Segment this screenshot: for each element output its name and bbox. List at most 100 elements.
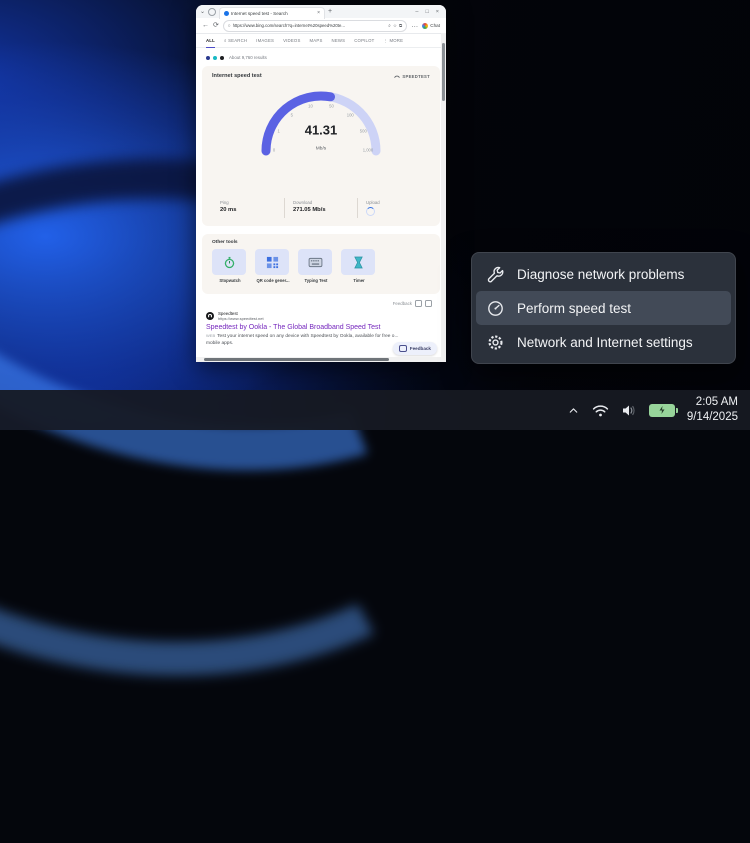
gauge-tick: 1: [278, 129, 280, 134]
tool-timer[interactable]: Timer: [341, 249, 377, 283]
gauge-tick: 50: [329, 103, 334, 108]
other-tools-card: Other tools Stopwatch QR code gener... T…: [202, 234, 440, 294]
results-count: About 9,760 results: [229, 55, 267, 60]
tool-stopwatch[interactable]: Stopwatch: [212, 249, 248, 283]
zoom-icon[interactable]: ⌕: [388, 23, 391, 28]
gauge-tick: 100: [347, 112, 354, 117]
system-tray: 2:05 AM 9/14/2025: [567, 395, 750, 425]
network-context-menu: Diagnose network problems Perform speed …: [471, 252, 736, 364]
nav-tab-maps[interactable]: MAPS: [310, 38, 323, 43]
nav-tab-copilot[interactable]: COPILOT: [354, 38, 374, 43]
speedtest-logo-icon: [394, 73, 400, 79]
speedtest-brand: SPEEDTEST: [394, 73, 430, 79]
chevron-up-icon[interactable]: [567, 404, 580, 417]
speed-stats-row: Ping 20 ms Download 271.05 Mb/s Upload: [212, 198, 430, 218]
feedback-button[interactable]: Feedback: [393, 342, 437, 355]
tab-close-icon[interactable]: ×: [317, 10, 320, 16]
favorites-star-icon[interactable]: ☆: [393, 23, 397, 29]
tool-qr-code[interactable]: QR code gener...: [255, 249, 291, 283]
feedback-label[interactable]: Feedback: [393, 301, 412, 306]
speed-unit: Mb/s: [316, 146, 326, 151]
browser-toolbar: ← ⟳ ○ https://www.bing.com/search?q=inte…: [196, 18, 446, 34]
bing-nav-bar: ALL ⌕SEARCH IMAGES VIDEOS MAPS NEWS COPI…: [196, 34, 446, 48]
stat-download: Download 271.05 Mb/s: [284, 198, 357, 218]
web-badge: WEB: [206, 333, 215, 338]
nav-tab-videos[interactable]: VIDEOS: [283, 38, 300, 43]
upload-spinner-icon: [366, 207, 375, 216]
battery-icon[interactable]: [649, 404, 675, 417]
more-menu-icon[interactable]: …: [411, 22, 418, 29]
search-icon: ⌕: [224, 38, 227, 43]
menu-item-perform-speed-test[interactable]: Perform speed test: [476, 291, 731, 325]
chat-icon: [422, 23, 428, 29]
nav-tab-search[interactable]: ⌕SEARCH: [224, 38, 247, 43]
browser-window: ⌄ Internet speed test - Search × + – □ ×…: [196, 5, 446, 362]
hourglass-icon: [353, 256, 364, 269]
thumbs-down-icon[interactable]: [425, 300, 432, 307]
clock-date: 9/14/2025: [687, 410, 738, 425]
stat-upload: Upload: [357, 198, 430, 218]
nav-tab-more[interactable]: ⋮MORE: [383, 38, 403, 44]
tab-strip: ⌄ Internet speed test - Search × + – □ ×: [196, 5, 446, 18]
other-tools-title: Other tools: [212, 240, 430, 245]
chat-button[interactable]: Chat: [422, 23, 440, 29]
menu-item-network-settings[interactable]: Network and Internet settings: [476, 325, 731, 359]
wifi-icon[interactable]: [592, 403, 609, 418]
address-bar[interactable]: ○ https://www.bing.com/search?q=internet…: [223, 20, 407, 32]
nav-tab-images[interactable]: IMAGES: [256, 38, 274, 43]
source-dot-icon: [206, 56, 210, 60]
gauge-tick: 5: [291, 112, 293, 117]
result-title-link[interactable]: Speedtest by Ookla - The Global Broadban…: [206, 324, 436, 331]
reload-button[interactable]: ⟳: [213, 22, 219, 29]
back-button[interactable]: ←: [202, 22, 209, 29]
browser-tab[interactable]: Internet speed test - Search ×: [219, 7, 325, 19]
thumbs-up-icon[interactable]: [415, 300, 422, 307]
window-minimize-button[interactable]: –: [415, 9, 418, 15]
result-source-url: https://www.speedtest.net: [218, 316, 264, 321]
qr-code-icon: [266, 256, 279, 269]
gauge-tick: 1,000: [363, 148, 373, 153]
taskbar: 2:05 AM 9/14/2025: [0, 390, 750, 430]
tool-typing-test[interactable]: Typing Test: [298, 249, 334, 283]
gauge-tick: 10: [308, 103, 313, 108]
new-tab-button[interactable]: +: [328, 8, 332, 15]
window-close-button[interactable]: ×: [436, 9, 439, 15]
menu-item-diagnose-network[interactable]: Diagnose network problems: [476, 257, 731, 291]
horizontal-scrollbar-thumb[interactable]: [204, 358, 389, 361]
window-maximize-button[interactable]: □: [425, 9, 428, 15]
site-info-icon[interactable]: ○: [228, 23, 231, 28]
gauge-tick: 0: [273, 148, 275, 153]
results-meta-row: About 9,760 results: [196, 48, 446, 64]
speedometer-icon: [486, 299, 504, 317]
vertical-scrollbar-thumb[interactable]: [442, 43, 445, 101]
browser-menu-icon[interactable]: [208, 8, 216, 16]
speed-gauge: 0 1 5 10 50 100 500 1,000 41.31 Mb/s: [246, 83, 396, 161]
widget-title: Internet speed test: [212, 73, 262, 79]
wrench-icon: [486, 265, 504, 283]
speedtest-favicon: [206, 312, 214, 320]
keyboard-icon: [308, 257, 323, 268]
gear-icon: [486, 333, 504, 351]
collections-icon[interactable]: ⧉: [399, 23, 402, 28]
taskbar-clock[interactable]: 2:05 AM 9/14/2025: [687, 395, 738, 425]
menu-item-label: Network and Internet settings: [517, 335, 693, 350]
feedback-bubble-icon: [399, 345, 407, 352]
widget-feedback-row: Feedback: [196, 294, 446, 309]
stat-ping: Ping 20 ms: [212, 198, 284, 218]
tab-title: Internet speed test - Search: [231, 11, 315, 16]
source-dot-icon: [213, 56, 217, 60]
horizontal-scrollbar[interactable]: [196, 357, 441, 362]
speed-test-widget: Internet speed test SPEEDTEST 0 1 5 10 5…: [202, 66, 440, 226]
stopwatch-icon: [223, 256, 236, 269]
url-text: https://www.bing.com/search?q=internet%2…: [233, 23, 387, 28]
vertical-scrollbar[interactable]: [441, 33, 446, 362]
menu-item-label: Perform speed test: [517, 301, 631, 316]
speaker-icon[interactable]: [621, 403, 637, 418]
speed-value: 41.31: [305, 122, 338, 137]
nav-tab-all[interactable]: ALL: [206, 34, 215, 48]
source-dot-icon: [220, 56, 224, 60]
clock-time: 2:05 AM: [687, 395, 738, 410]
nav-tab-news[interactable]: NEWS: [332, 38, 346, 43]
more-dots-icon: ⋮: [383, 38, 388, 44]
tab-search-chevron-icon[interactable]: ⌄: [200, 9, 205, 15]
